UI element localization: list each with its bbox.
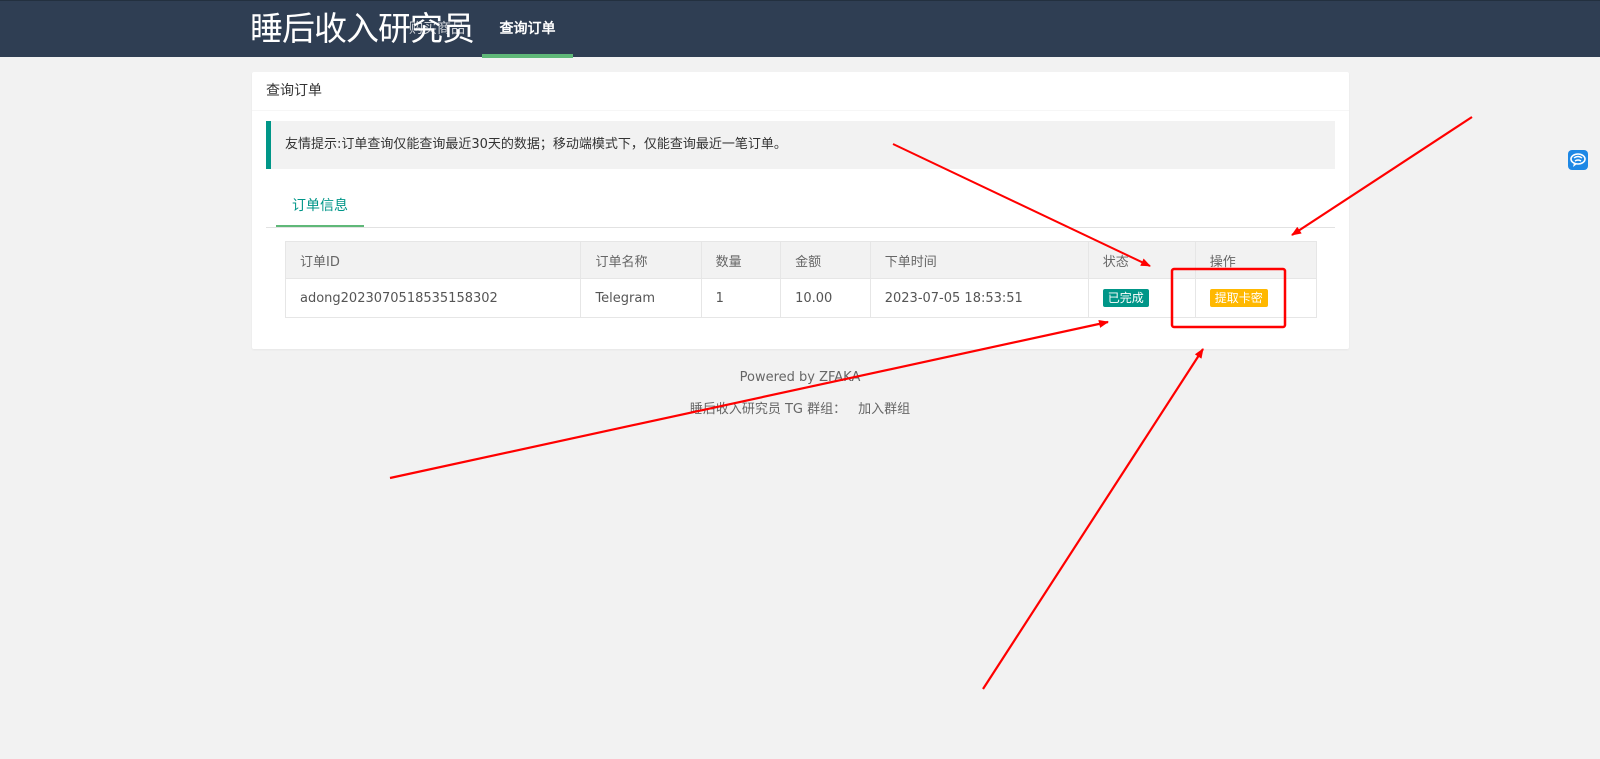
status-badge: 已完成 [1102, 289, 1149, 307]
col-status: 状态 [1087, 241, 1196, 279]
nav-query-orders[interactable]: 查询订单 [482, 1, 573, 58]
col-action: 操作 [1194, 241, 1318, 279]
table-row: adong2023070518535158302 Telegram 1 10.0… [284, 278, 1318, 318]
tab-order-info[interactable]: 订单信息 [276, 186, 364, 227]
col-order-time: 下单时间 [869, 241, 1089, 279]
nav-query-orders-label: 查询订单 [499, 21, 556, 37]
cell-order-time: 2023-07-05 18:53:51 [869, 278, 1089, 318]
cell-quantity: 1 [700, 278, 782, 318]
col-amount: 金额 [780, 241, 871, 279]
footer-group-text: 睡后收入研究员 TG 群组： [689, 402, 847, 417]
top-navbar: 睡后收入研究员 购买商品 查询订单 [0, 0, 1600, 58]
nav-buy-products[interactable]: 购买商品 [392, 1, 482, 58]
powered-by: Powered by ZFAKA [739, 370, 861, 385]
tab-bar: 订单信息 [266, 186, 1335, 228]
notice-banner: 友情提示:订单查询仅能查询最近30天的数据；移动端模式下，仅能查询最近一笔订单。 [266, 121, 1335, 169]
order-query-card: 查询订单 友情提示:订单查询仅能查询最近30天的数据；移动端模式下，仅能查询最近… [252, 72, 1349, 349]
table-header-row: 订单ID 订单名称 数量 金额 下单时间 状态 操作 [284, 241, 1318, 279]
cell-order-id: adong2023070518535158302 [284, 278, 582, 318]
orders-table: 订单ID 订单名称 数量 金额 下单时间 状态 操作 adong20230705… [284, 241, 1318, 318]
col-order-name: 订单名称 [580, 241, 702, 279]
cell-amount: 10.00 [780, 278, 871, 318]
col-order-id: 订单ID [284, 241, 582, 279]
cell-status: 已完成 [1087, 278, 1196, 318]
cell-action: 提取卡密 [1194, 278, 1318, 318]
card-title: 查询订单 [252, 72, 1349, 111]
cell-order-name: Telegram [580, 278, 702, 318]
join-group-link[interactable]: 加入群组 [858, 402, 910, 417]
nav-active-underline [482, 54, 573, 58]
footer-group: 睡后收入研究员 TG 群组： 加入群组 [0, 398, 1600, 417]
col-quantity: 数量 [700, 241, 782, 279]
chat-bubble-glyph [1570, 153, 1586, 167]
extract-card-secret-button[interactable]: 提取卡密 [1209, 289, 1268, 307]
chat-bubble-icon[interactable] [1568, 150, 1588, 170]
